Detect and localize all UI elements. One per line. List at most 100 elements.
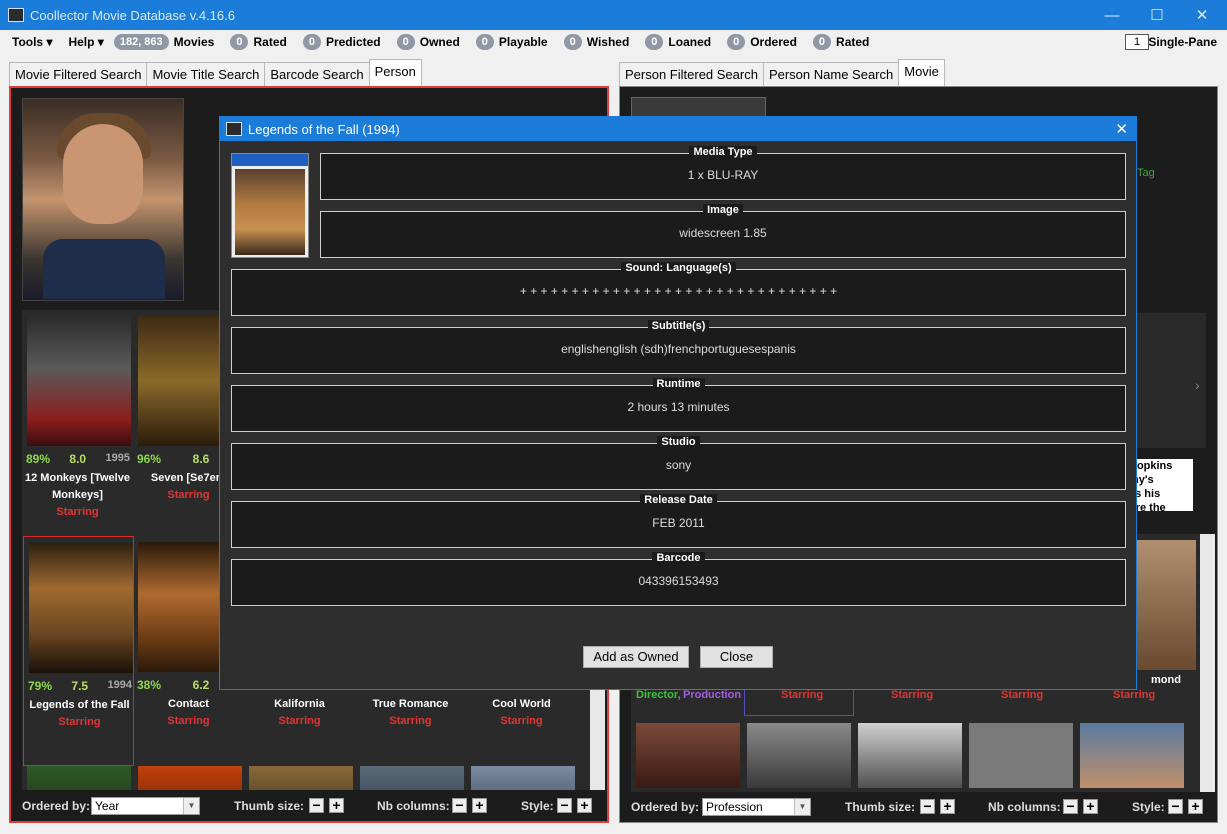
movie-role: Starring <box>58 716 101 728</box>
tab-barcode-search[interactable]: Barcode Search <box>264 62 370 86</box>
chevron-down-icon: ▼ <box>794 799 810 815</box>
role-director: Director, <box>636 689 681 701</box>
sound-language-field: Sound: Language(s) + + + + + + + + + + + … <box>231 262 1126 316</box>
cast-role: Starring <box>891 689 934 701</box>
movie-poster[interactable] <box>27 316 131 446</box>
cast-photo[interactable] <box>858 723 962 788</box>
app-icon <box>226 122 242 136</box>
movie-title[interactable]: 12 Monkeys [Twelve Monkeys] <box>22 470 133 504</box>
single-pane-label: Single-Pane <box>1148 35 1217 49</box>
thumb-minus-button[interactable]: − <box>309 798 324 813</box>
right-scrollbar[interactable] <box>1200 534 1215 794</box>
style-label: Style: <box>521 799 554 813</box>
style-plus-button[interactable]: + <box>577 798 592 813</box>
movie-poster[interactable] <box>471 766 575 790</box>
movie-title[interactable]: True Romance <box>355 696 466 713</box>
image-field: Image widescreen 1.85 <box>320 204 1126 258</box>
thumb-plus-button[interactable]: + <box>940 799 955 814</box>
counter-label: Rated <box>836 35 870 49</box>
dialog-title: Legends of the Fall (1994) <box>248 121 400 137</box>
cast-role: Starring <box>781 689 824 701</box>
movie-role: Starring <box>56 506 99 518</box>
tab-movie-title-search[interactable]: Movie Title Search <box>146 62 266 86</box>
counter-label: Ordered <box>750 35 797 49</box>
rated-count-badge[interactable]: 0 <box>230 34 249 50</box>
cast-role: Starring <box>1001 689 1044 701</box>
movie-role: Starring <box>167 715 210 727</box>
movie-poster[interactable] <box>27 766 131 790</box>
movie-banner <box>631 97 766 117</box>
tab-person[interactable]: Person <box>368 59 422 86</box>
playable-count-badge[interactable]: 0 <box>475 34 494 50</box>
chevron-right-icon[interactable]: › <box>1195 377 1200 393</box>
style-minus-button[interactable]: − <box>1168 799 1183 814</box>
columns-plus-button[interactable]: + <box>472 798 487 813</box>
style-label: Style: <box>1132 800 1165 814</box>
critic-percent: 79% <box>28 679 53 693</box>
add-as-owned-button[interactable]: Add as Owned <box>583 646 689 668</box>
close-window-button[interactable]: ✕ <box>1180 0 1224 30</box>
cast-photo[interactable] <box>1080 723 1184 788</box>
cast-name[interactable]: mond <box>1151 674 1181 686</box>
user-score: 8.0 <box>69 452 87 466</box>
left-bottom-toolbar: Ordered by: Year ▼ Thumb size: − + Nb col… <box>11 791 607 821</box>
movie-poster[interactable] <box>29 543 133 673</box>
ordered-by-label: Ordered by: <box>631 800 700 814</box>
dialog-title-bar: Legends of the Fall (1994) ✕ <box>220 117 1136 141</box>
thumb-plus-button[interactable]: + <box>329 798 344 813</box>
thumb-minus-button[interactable]: − <box>920 799 935 814</box>
ordered-by-select[interactable]: Profession ▼ <box>702 798 811 816</box>
single-pane-checkbox[interactable]: 1 <box>1125 34 1149 50</box>
maximize-button[interactable]: ☐ <box>1135 0 1179 30</box>
columns-plus-button[interactable]: + <box>1083 799 1098 814</box>
movie-title[interactable]: Legends of the Fall <box>24 697 135 714</box>
rated2-count-badge[interactable]: 0 <box>812 34 832 50</box>
style-minus-button[interactable]: − <box>557 798 572 813</box>
counter-label: Predicted <box>325 35 381 49</box>
counter-label: Owned <box>419 35 460 49</box>
movie-card-selected[interactable]: 79% 7.5 1994 Legends of the Fall Starring <box>23 536 134 766</box>
movies-count-badge[interactable]: 182, 863 <box>113 34 169 50</box>
tab-person-name-search[interactable]: Person Name Search <box>762 62 900 86</box>
tab-movie[interactable]: Movie <box>898 59 945 86</box>
tab-movie-filtered-search[interactable]: Movie Filtered Search <box>9 62 148 86</box>
cast-role: Starring <box>1113 689 1156 701</box>
right-tab-bar: Person Filtered Search Person Name Searc… <box>619 59 945 86</box>
left-tab-bar: Movie Filtered Search Movie Title Search… <box>9 59 422 86</box>
movie-title[interactable]: Kalifornia <box>244 696 355 713</box>
person-portrait <box>22 98 184 301</box>
columns-minus-button[interactable]: − <box>1063 799 1078 814</box>
style-plus-button[interactable]: + <box>1188 799 1203 814</box>
ordered-count-badge[interactable]: 0 <box>727 34 746 50</box>
tag-label[interactable]: Tag <box>1137 167 1155 179</box>
ordered-by-select[interactable]: Year ▼ <box>91 797 200 815</box>
movie-card[interactable]: 89% 8.0 1995 12 Monkeys [Twelve Monkeys] St… <box>22 310 133 540</box>
movie-poster[interactable] <box>249 766 353 790</box>
title-bar: Coollector Movie Database v.4.16.6 — ☐ ✕ <box>0 0 1227 30</box>
user-score: 8.6 <box>192 452 210 466</box>
close-icon[interactable]: ✕ <box>1115 120 1128 138</box>
tab-person-filtered-search[interactable]: Person Filtered Search <box>619 62 764 86</box>
subtitles-field: Subtitle(s) englishenglish (sdh)frenchpor… <box>231 320 1126 374</box>
close-button[interactable]: Close <box>700 646 773 668</box>
tools-menu[interactable]: Tools ▾ <box>12 35 52 49</box>
columns-minus-button[interactable]: − <box>452 798 467 813</box>
cast-photo[interactable] <box>636 723 740 788</box>
counter-label: Loaned <box>668 35 712 49</box>
movie-poster[interactable] <box>360 766 464 790</box>
cast-photo[interactable] <box>1136 540 1196 670</box>
minimize-button[interactable]: — <box>1090 0 1134 30</box>
owned-count-badge[interactable]: 0 <box>396 34 415 50</box>
loaned-count-badge[interactable]: 0 <box>645 34 664 50</box>
wished-count-badge[interactable]: 0 <box>563 34 582 50</box>
app-icon <box>8 8 24 22</box>
movie-title[interactable]: Cool World <box>466 696 577 713</box>
window-title: Coollector Movie Database v.4.16.6 <box>30 7 235 23</box>
studio-field: Studio sony <box>231 436 1126 490</box>
cast-photo-placeholder[interactable] <box>969 723 1073 788</box>
cast-photo[interactable] <box>747 723 851 788</box>
help-menu[interactable]: Help ▾ <box>68 35 103 49</box>
predicted-count-badge[interactable]: 0 <box>302 34 321 50</box>
movie-poster[interactable] <box>138 766 242 790</box>
movie-title[interactable]: Contact <box>133 696 244 713</box>
